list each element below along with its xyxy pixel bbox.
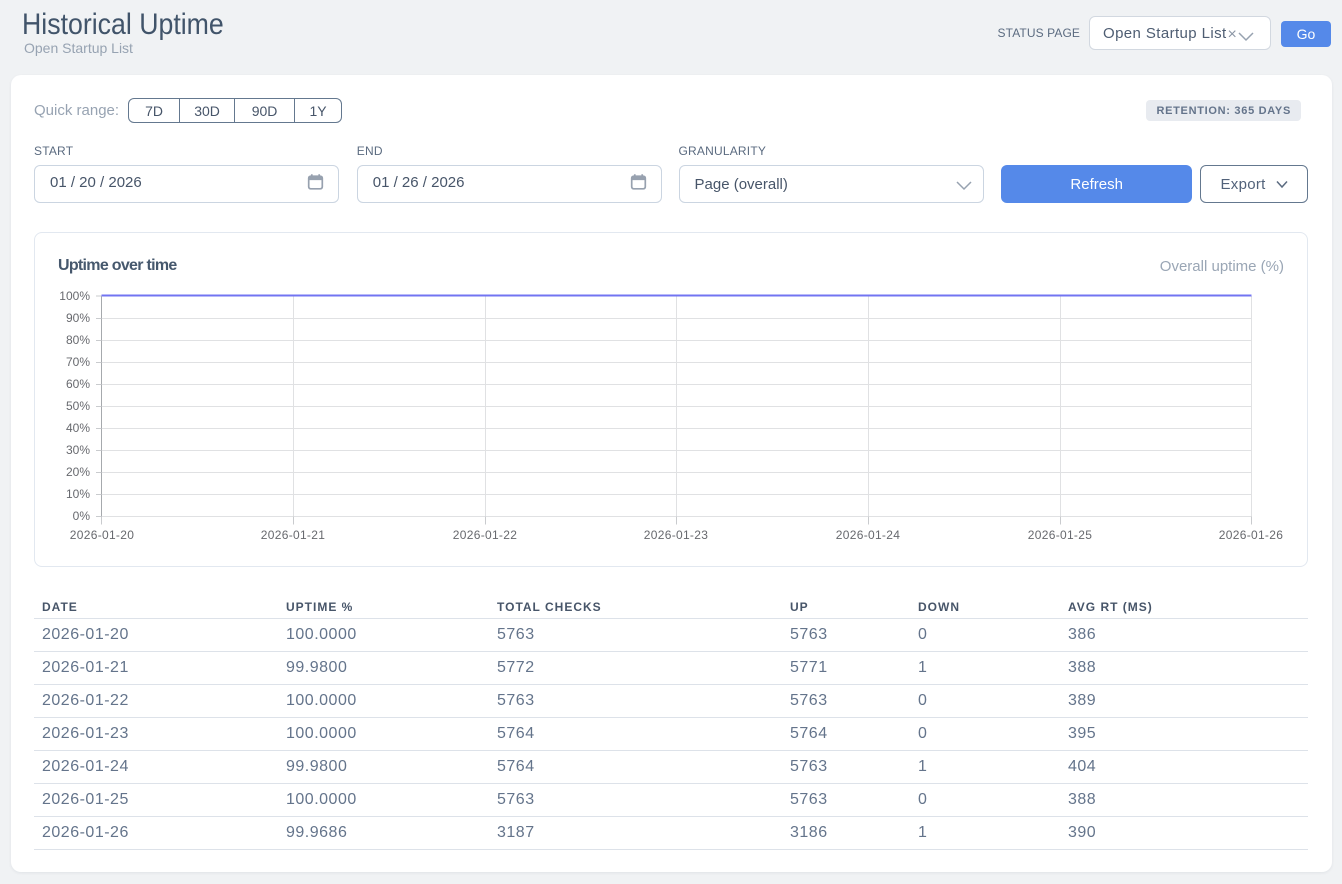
svg-text:2026-01-23: 2026-01-23	[644, 528, 708, 542]
svg-text:30%: 30%	[66, 443, 90, 457]
svg-text:100%: 100%	[59, 289, 90, 303]
svg-text:80%: 80%	[66, 333, 90, 347]
svg-text:20%: 20%	[66, 465, 90, 479]
svg-text:0%: 0%	[73, 509, 91, 523]
svg-text:2026-01-25: 2026-01-25	[1028, 528, 1092, 542]
svg-text:2026-01-26: 2026-01-26	[1219, 528, 1283, 542]
svg-text:2026-01-20: 2026-01-20	[70, 528, 134, 542]
svg-text:50%: 50%	[66, 399, 90, 413]
svg-text:2026-01-22: 2026-01-22	[453, 528, 517, 542]
svg-text:60%: 60%	[66, 377, 90, 391]
svg-text:2026-01-24: 2026-01-24	[836, 528, 900, 542]
svg-text:10%: 10%	[66, 487, 90, 501]
svg-text:70%: 70%	[66, 355, 90, 369]
svg-text:2026-01-21: 2026-01-21	[261, 528, 325, 542]
svg-text:40%: 40%	[66, 421, 90, 435]
svg-text:90%: 90%	[66, 311, 90, 325]
